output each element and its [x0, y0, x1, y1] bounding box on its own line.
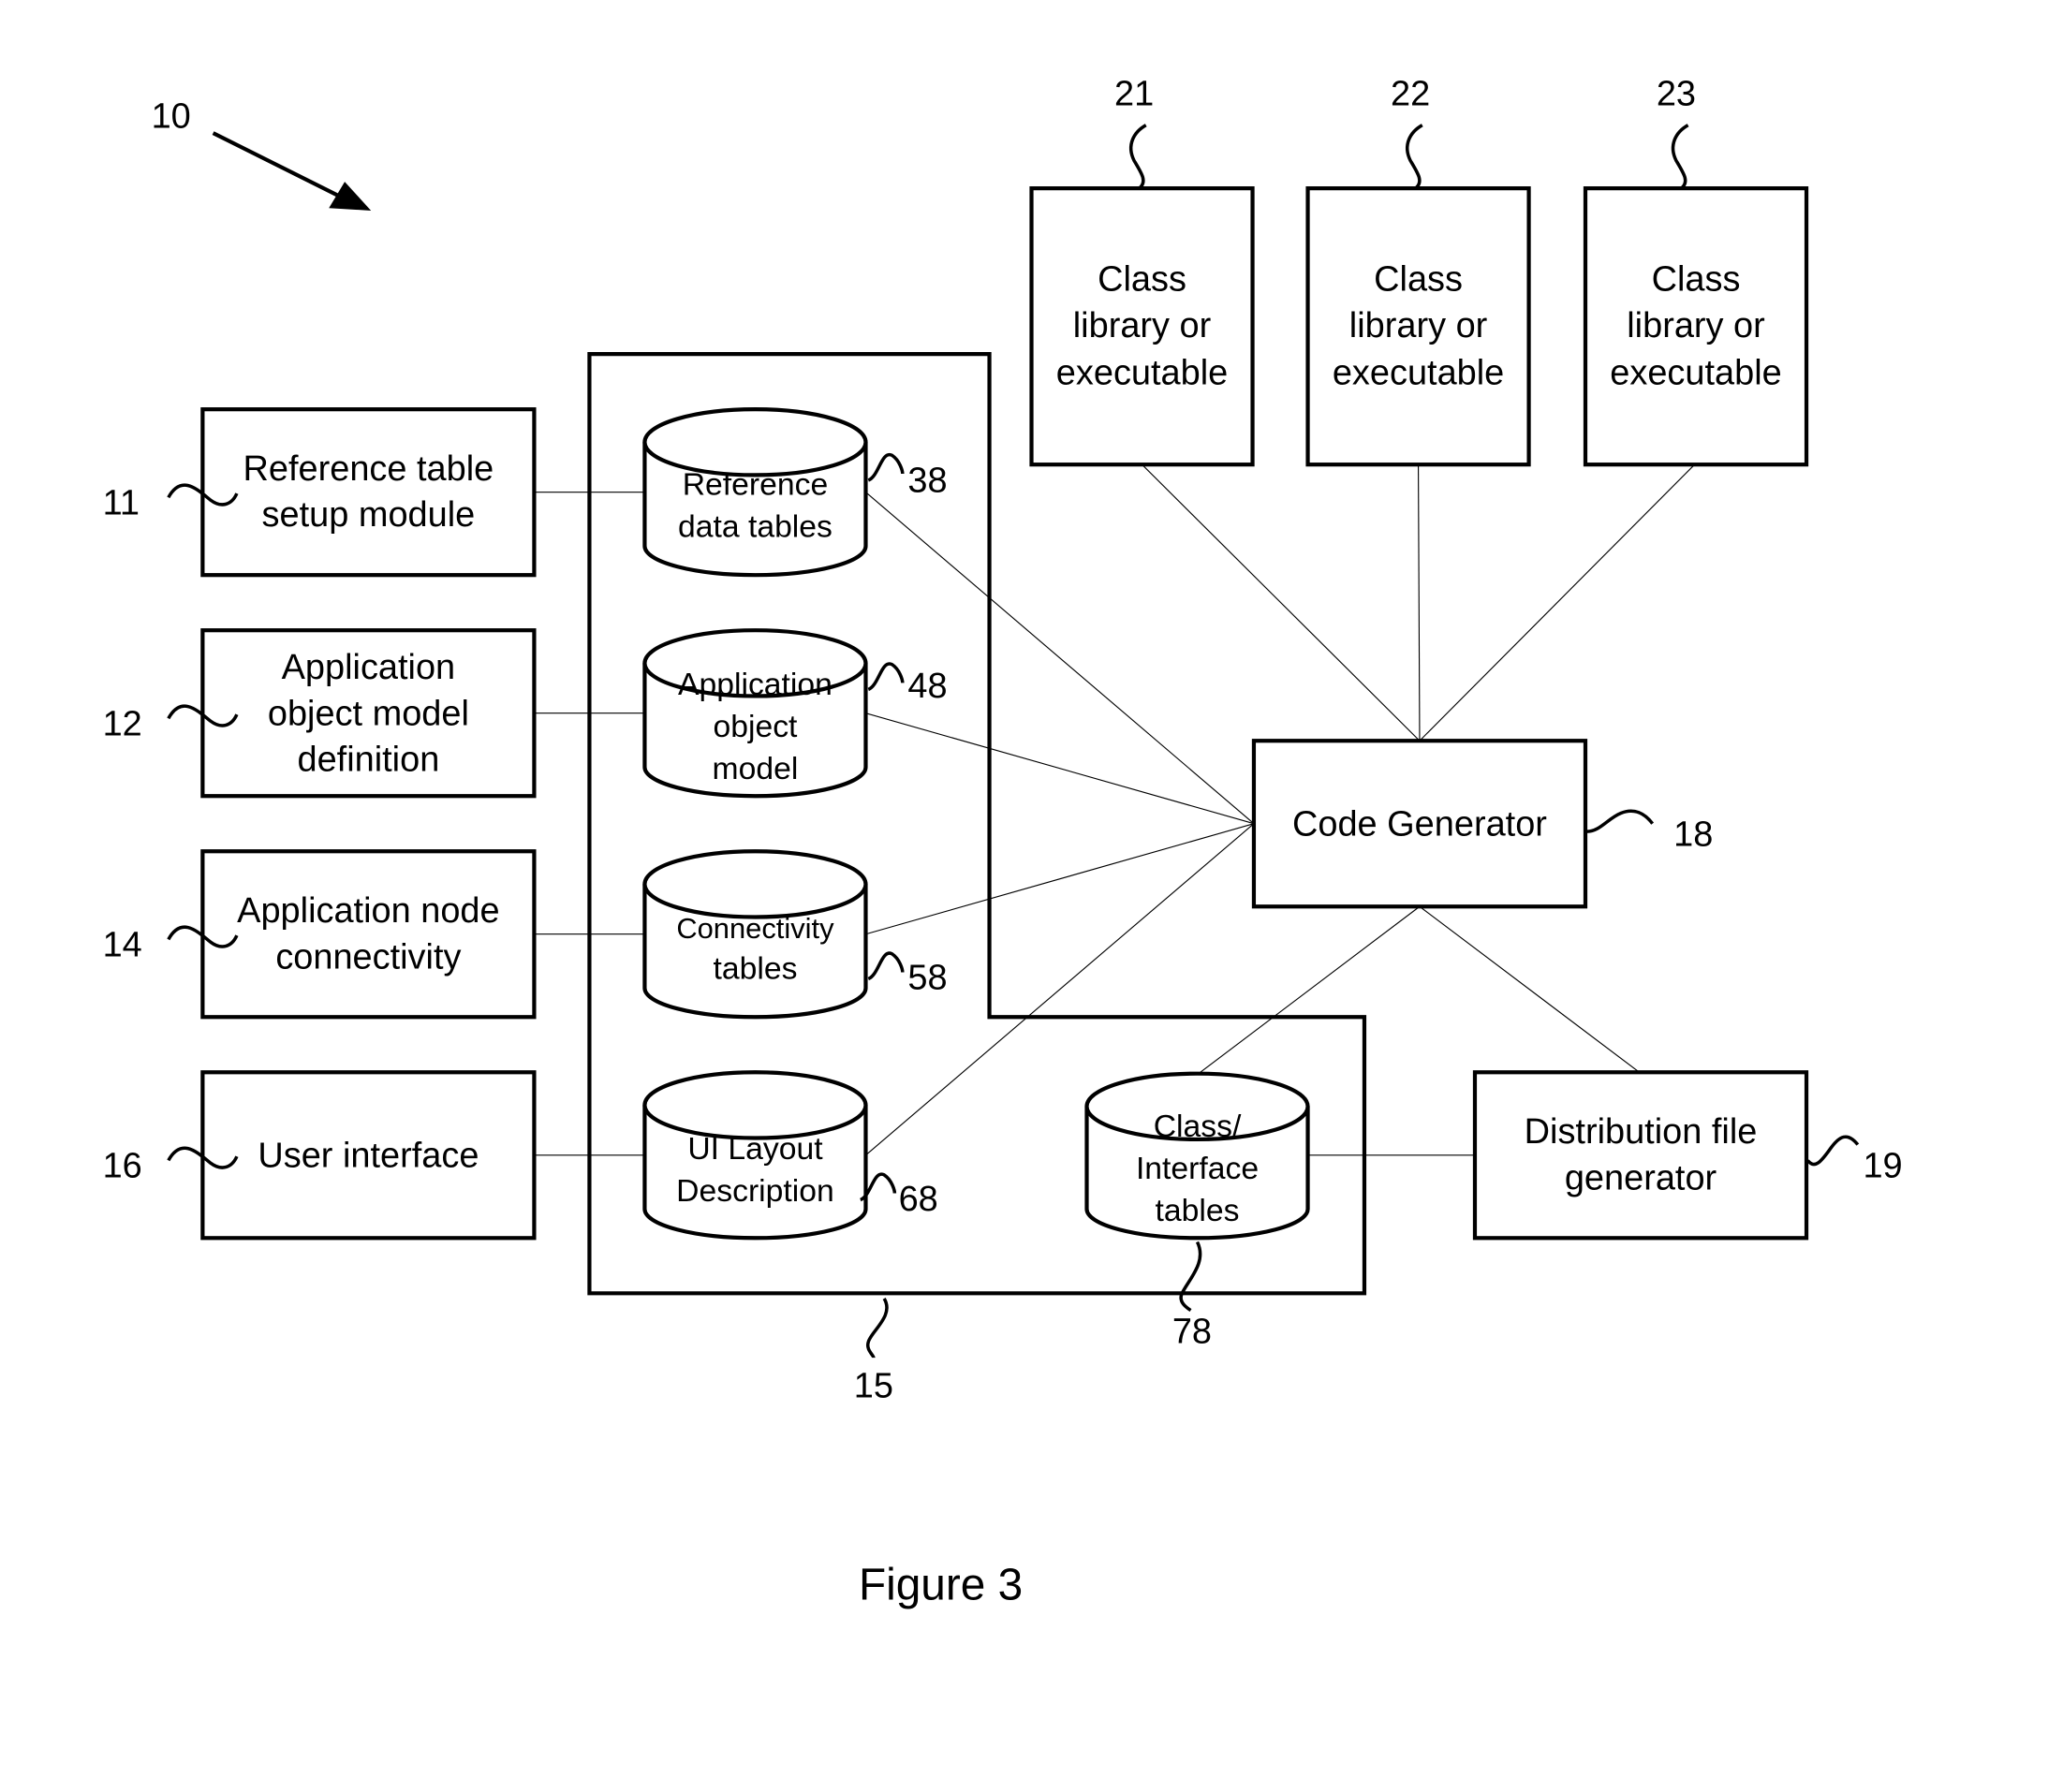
database-label-line: tables: [1156, 1193, 1240, 1228]
database-label-line: tables: [713, 951, 797, 987]
module-ref: 11: [103, 484, 140, 523]
code-generator[interactable]: Code Generator 18: [1251, 739, 1713, 909]
connector-48-18: [865, 712, 1255, 825]
database-label-line: Description: [676, 1173, 834, 1209]
connector-38-18: [865, 492, 1255, 825]
database-reference-data-tables[interactable]: Reference data tables 38: [642, 407, 948, 578]
class-library-label-line: library or: [1627, 306, 1765, 345]
class-library-label-line: Class: [1374, 260, 1463, 300]
class-library-label-line: Class: [1098, 260, 1186, 300]
module-label-line: Application node: [237, 891, 499, 931]
database-ref: 68: [899, 1180, 938, 1219]
ref-squiggle-icon: [1586, 809, 1655, 833]
module-label-line: connectivity: [275, 937, 461, 977]
container-ref-label: 15: [854, 1366, 893, 1405]
class-library-label-line: executable: [1056, 353, 1228, 392]
class-library-23[interactable]: Class library or executable 23: [1583, 75, 1809, 467]
connector-18-78: [1198, 905, 1421, 1075]
connector-58-18: [865, 823, 1255, 935]
database-ui-layout-description[interactable]: UI Layout Description 68: [642, 1070, 938, 1241]
ref-squiggle-icon: [1671, 124, 1689, 190]
connector-18-19: [1419, 905, 1640, 1073]
class-library-22[interactable]: Class library or executable 22: [1305, 75, 1531, 467]
database-label-line: model: [713, 751, 799, 786]
database-label-line: Interface: [1136, 1151, 1259, 1186]
class-library-ref: 21: [1114, 75, 1154, 114]
database-application-object-model[interactable]: Application object model 48: [642, 628, 948, 799]
database-label-line: Reference: [683, 466, 829, 502]
module-user-interface[interactable]: User interface 16: [103, 1070, 537, 1241]
database-label-line: data tables: [678, 508, 833, 544]
module-ref: 14: [103, 926, 142, 965]
ref-squiggle-icon: [1406, 124, 1423, 190]
ref-squiggle-icon: [867, 452, 905, 482]
container-ref-squiggle-icon: [865, 1298, 889, 1359]
database-ref: 38: [907, 462, 947, 501]
connector-23-18: [1419, 463, 1696, 742]
class-library-ref: 23: [1657, 75, 1696, 114]
database-class-interface-tables[interactable]: Class/ Interface tables 78: [1084, 1071, 1310, 1352]
distribution-label-line: Distribution file: [1525, 1112, 1758, 1152]
ref-squiggle-icon: [1179, 1241, 1202, 1313]
connector-22-18: [1418, 464, 1421, 742]
module-ref: 12: [103, 705, 142, 744]
database-label-line: object: [713, 709, 798, 744]
class-library-ref: 22: [1391, 75, 1430, 114]
database-label-line: Application: [678, 667, 833, 702]
patent-diagram: 10 15 Reference table setup module 11 Ap…: [103, 75, 1903, 1610]
module-label-line: Reference table: [243, 449, 494, 489]
database-connectivity-tables[interactable]: Connectivity tables 58: [642, 849, 948, 1020]
ref-squiggle-icon: [867, 662, 905, 692]
database-label-line: Connectivity: [676, 912, 834, 945]
ref-squiggle-icon: [1128, 124, 1147, 190]
module-label-line: definition: [297, 741, 439, 780]
code-generator-ref: 18: [1673, 815, 1713, 855]
class-library-label-line: executable: [1610, 353, 1781, 392]
system-ref-label: 10: [152, 96, 191, 136]
class-library-label-line: library or: [1349, 306, 1488, 345]
distribution-ref: 19: [1863, 1147, 1902, 1186]
database-label-line: UI Layout: [687, 1131, 823, 1167]
connector-21-18: [1142, 463, 1421, 742]
distribution-label-line: generator: [1565, 1158, 1717, 1197]
module-reference-table-setup[interactable]: Reference table setup module 11: [103, 407, 537, 578]
module-ref: 16: [103, 1147, 142, 1186]
figure-caption: Figure 3: [859, 1561, 1023, 1610]
module-label-line: object model: [268, 694, 469, 733]
class-library-label-line: executable: [1333, 353, 1504, 392]
database-label-line: Class/: [1154, 1109, 1242, 1144]
code-generator-label: Code Generator: [1292, 804, 1547, 844]
database-ref: 48: [907, 667, 947, 706]
module-application-object-model-definition[interactable]: Application object model definition 12: [103, 628, 537, 799]
class-library-21[interactable]: Class library or executable 21: [1029, 75, 1255, 467]
database-ref: 78: [1172, 1313, 1212, 1352]
module-label-line: setup module: [262, 495, 476, 535]
ref-squiggle-icon: [867, 951, 905, 981]
module-label-line: User interface: [258, 1136, 479, 1175]
database-ref: 58: [907, 959, 947, 998]
class-library-label-line: Class: [1652, 260, 1741, 300]
system-arrow-icon: [212, 131, 372, 212]
module-application-node-connectivity[interactable]: Application node connectivity 14: [103, 849, 537, 1020]
module-label-line: Application: [282, 648, 456, 687]
class-library-label-line: library or: [1073, 306, 1212, 345]
distribution-file-generator[interactable]: Distribution file generator 19: [1472, 1070, 1903, 1241]
ref-squiggle-icon: [1806, 1135, 1860, 1167]
